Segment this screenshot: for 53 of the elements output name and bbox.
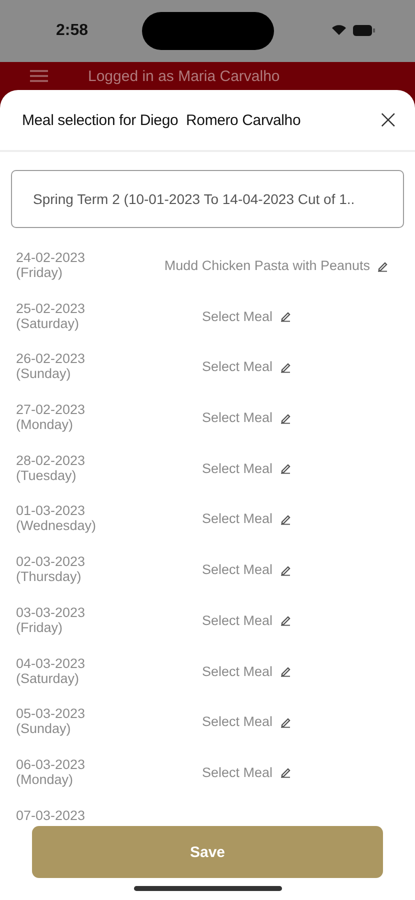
weekday-label: (Saturday) <box>16 670 80 686</box>
weekday-label: (Monday) <box>16 417 74 432</box>
pencil-icon[interactable] <box>280 360 292 373</box>
meal-choice[interactable]: Select Meal <box>202 764 273 780</box>
meal-choice[interactable]: Select Meal <box>202 359 273 374</box>
date-label: 26-02-2023 <box>16 351 86 366</box>
date-label: 25-02-2023 <box>16 300 86 316</box>
pencil-icon[interactable] <box>377 260 389 272</box>
meal-choice[interactable]: Select Meal <box>202 664 273 678</box>
pencil-icon[interactable] <box>280 665 292 677</box>
header-title: Logged in as Maria Carvalho <box>88 68 280 84</box>
pencil-icon[interactable] <box>280 766 292 778</box>
date-label: 07-03-2023 <box>16 808 86 823</box>
pencil-icon[interactable] <box>280 310 292 322</box>
date-label: 01-03-2023 <box>16 503 86 518</box>
weekday-label: (Monday) <box>16 772 74 787</box>
pencil-icon[interactable] <box>280 462 292 474</box>
wifi-icon <box>331 24 347 36</box>
weekday-label: (Saturday) <box>16 316 80 331</box>
meal-choice[interactable]: Mudd Chicken Pasta with Peanuts <box>164 258 370 273</box>
weekday-label: (Wednesday) <box>16 518 98 534</box>
date-label: 06-03-2023 <box>16 756 86 772</box>
status-time: 2:58 <box>56 22 88 40</box>
weekday-label: (Friday) <box>16 265 64 280</box>
date-label: 24-02-2023 <box>16 250 86 265</box>
save-button[interactable]: Save <box>32 826 383 878</box>
date-label: 04-03-2023 <box>16 656 86 670</box>
meal-choice[interactable]: Select Meal <box>202 612 273 628</box>
meal-choice[interactable]: Select Meal <box>202 460 273 476</box>
weekday-label: (Tuesday) <box>16 468 78 483</box>
pencil-icon[interactable] <box>280 614 292 626</box>
sheet-title: Meal selection for Diego Romero Carvalho <box>22 112 302 128</box>
pencil-icon[interactable] <box>280 716 292 728</box>
date-label: 03-03-2023 <box>16 604 86 620</box>
meal-choice[interactable]: Select Meal <box>202 714 273 730</box>
date-label: 27-02-2023 <box>16 402 86 418</box>
date-label: 28-02-2023 <box>16 452 86 468</box>
date-label: 05-03-2023 <box>16 706 86 722</box>
weekday-label: (Sunday) <box>16 721 72 736</box>
pencil-icon[interactable] <box>280 412 292 424</box>
weekday-label: (Thursday) <box>16 569 82 584</box>
meal-choice[interactable]: Select Meal <box>202 511 273 526</box>
meal-choice[interactable]: Select Meal <box>202 308 273 324</box>
meal-choice[interactable]: Select Meal <box>202 562 273 578</box>
meal-choice[interactable]: Select Meal <box>202 410 273 426</box>
weekday-label: (Friday) <box>16 620 64 635</box>
weekday-label: (Sunday) <box>16 366 72 382</box>
pencil-icon[interactable] <box>280 564 292 576</box>
close-button[interactable]: × <box>377 107 399 133</box>
date-label: 02-03-2023 <box>16 554 86 570</box>
battery-icon <box>353 24 375 36</box>
pencil-icon[interactable] <box>280 512 292 525</box>
term-dropdown[interactable]: Spring Term 2 (10-01-2023 To 14-04-2023 Cut of 1.. <box>11 170 404 228</box>
